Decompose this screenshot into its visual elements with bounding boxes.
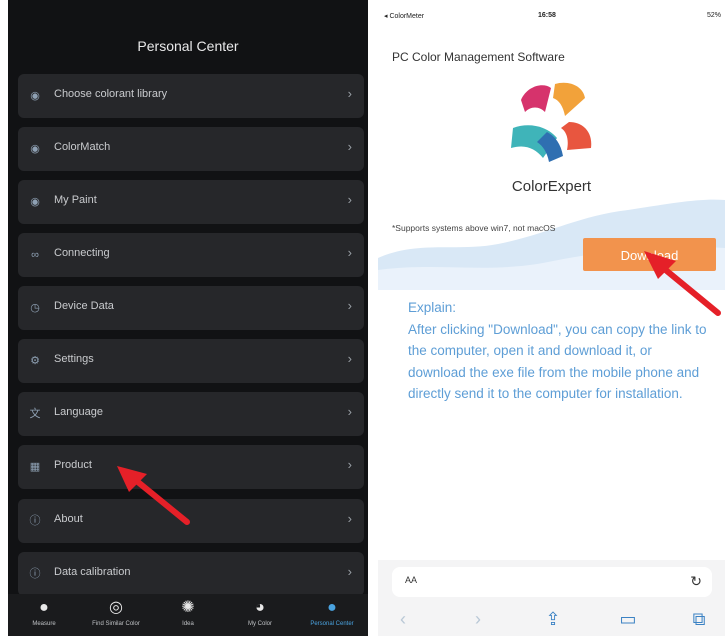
chevron-right-icon: › <box>347 298 352 313</box>
back-to-app-label[interactable]: ◂ ColorMeter <box>384 12 424 20</box>
text-size-button[interactable]: AA <box>405 575 417 585</box>
tab-measure[interactable]: ● Measure <box>8 594 80 636</box>
tab-find-similar-color[interactable]: ◎ Find Similar Color <box>80 594 152 636</box>
chevron-right-icon: › <box>347 564 352 579</box>
pie-chart-icon: ◕ <box>255 599 265 616</box>
chevron-right-icon: › <box>347 192 352 207</box>
explain-heading: Explain: <box>408 300 457 315</box>
tab-personal-center[interactable]: ● Personal Center <box>296 594 368 636</box>
menu-item-colorant-library[interactable]: ◉ Choose colorant library › <box>18 74 364 118</box>
support-note: *Supports systems above win7, not macOS <box>392 223 556 233</box>
menu-item-settings[interactable]: ⚙ Settings › <box>18 339 364 383</box>
tab-idea[interactable]: ✺ Idea <box>152 594 224 636</box>
palette-icon: ◉ <box>30 90 40 102</box>
tab-label: Measure <box>32 621 56 627</box>
personal-center-screen: Personal Center ◉ Choose colorant librar… <box>8 0 368 636</box>
status-time: 16:58 <box>538 12 556 19</box>
menu-item-label: Data calibration <box>54 566 131 578</box>
info-icon: ⓘ <box>29 568 41 580</box>
chevron-right-icon: › <box>347 86 352 101</box>
menu-item-label: About <box>54 513 83 525</box>
gear-icon: ⚙ <box>30 355 40 367</box>
tab-label: Find Similar Color <box>92 621 140 627</box>
bookmarks-icon[interactable]: ▭ <box>613 606 643 632</box>
clock-icon: ◷ <box>30 302 40 314</box>
menu-item-data-calibration[interactable]: ⓘ Data calibration › <box>18 552 364 596</box>
menu-item-label: Product <box>54 459 92 471</box>
compass-icon: ◎ <box>109 599 123 616</box>
menu-item-my-paint[interactable]: ◉ My Paint › <box>18 180 364 224</box>
person-icon: ● <box>327 599 337 616</box>
menu-item-label: Settings <box>54 353 94 365</box>
menu-item-connecting[interactable]: ∞ Connecting › <box>18 233 364 277</box>
palette-icon: ● <box>39 599 49 616</box>
tab-label: Personal Center <box>310 621 354 627</box>
lightbulb-icon: ✺ <box>181 599 195 616</box>
menu-item-label: Language <box>54 406 103 418</box>
menu-item-product[interactable]: ▦ Product › <box>18 445 364 489</box>
tab-my-color[interactable]: ◕ My Color <box>224 594 296 636</box>
chevron-right-icon: › <box>347 457 352 472</box>
brand-name: ColorExpert <box>511 178 592 195</box>
forward-icon[interactable]: › <box>463 606 493 632</box>
safari-toolbar: ‹ › ⇪ ▭ ⧉ <box>378 602 725 636</box>
safari-address-bar: AA ↻ <box>378 560 725 602</box>
palette-icon: ◉ <box>30 143 40 155</box>
tab-label: Idea <box>182 621 194 627</box>
chevron-right-icon: › <box>347 511 352 526</box>
explain-body: After clicking "Download", you can copy … <box>408 321 707 402</box>
menu-item-label: My Paint <box>54 194 97 206</box>
back-icon[interactable]: ‹ <box>388 606 418 632</box>
page-title: PC Color Management Software <box>392 50 565 64</box>
share-icon[interactable]: ⇪ <box>538 606 568 632</box>
menu-item-label: ColorMatch <box>54 141 111 153</box>
menu-item-label: Device Data <box>54 300 114 312</box>
page-title: Personal Center <box>137 38 239 54</box>
palette-icon: ◉ <box>30 196 40 208</box>
chevron-right-icon: › <box>347 245 352 260</box>
info-icon: ⓘ <box>29 515 41 527</box>
status-bar: ◂ ColorMeter 16:58 52% <box>378 0 725 30</box>
battery-level: 52% <box>706 12 721 19</box>
reload-icon[interactable]: ↻ <box>690 573 702 590</box>
tab-label: My Color <box>247 621 272 627</box>
grid-icon: ▦ <box>29 461 41 473</box>
menu-item-label: Connecting <box>54 247 110 259</box>
link-icon: ∞ <box>31 249 39 261</box>
url-field[interactable]: AA ↻ <box>392 567 712 597</box>
colorexpert-logo <box>511 82 592 162</box>
menu-item-language[interactable]: 文 Language › <box>18 392 364 436</box>
tabs-icon[interactable]: ⧉ <box>684 606 714 632</box>
chevron-right-icon: › <box>347 139 352 154</box>
explain-text: Explain: After clicking "Download", you … <box>408 297 708 405</box>
menu-item-device-data[interactable]: ◷ Device Data › <box>18 286 364 330</box>
download-button[interactable]: Download <box>583 238 716 271</box>
chevron-right-icon: › <box>347 404 352 419</box>
menu-item-label: Choose colorant library <box>54 88 168 100</box>
translate-icon: 文 <box>29 408 41 420</box>
bottom-tab-bar: ● Measure ◎ Find Similar Color ✺ Idea ◕ … <box>8 594 368 636</box>
menu-item-about[interactable]: ⓘ About › <box>18 499 364 543</box>
chevron-right-icon: › <box>347 351 352 366</box>
menu-item-colormatch[interactable]: ◉ ColorMatch › <box>18 127 364 171</box>
download-page-screen: ◂ ColorMeter 16:58 52% PC Color Manageme… <box>378 0 725 636</box>
